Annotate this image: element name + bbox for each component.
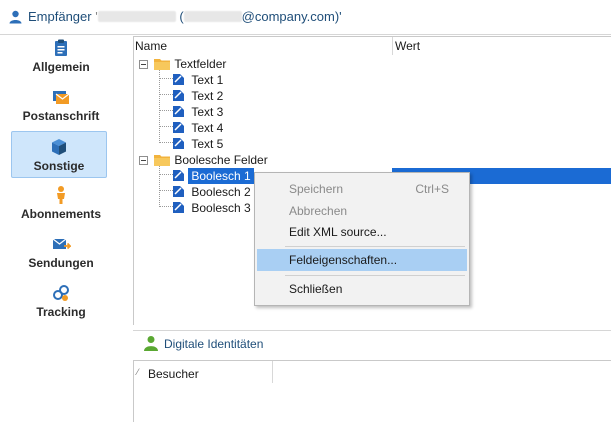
envelope-send-icon — [52, 238, 71, 250]
sidebar-item-postanschrift[interactable]: Postanschrift — [0, 87, 122, 123]
field-icon — [173, 138, 184, 149]
clipboard-icon — [55, 39, 67, 56]
sort-indicator-icon: ⁄ — [137, 367, 139, 377]
cube-icon — [52, 139, 66, 155]
tree-item-boolesch-1[interactable]: Boolesch 1 — [172, 168, 254, 184]
redacted-name — [97, 11, 176, 22]
tree-item-label: Text 5 — [191, 137, 224, 151]
field-icon — [173, 106, 184, 117]
field-icon — [173, 74, 184, 85]
menu-item-schliessen[interactable]: Schließen — [257, 278, 467, 300]
sidebar-item-label: Tracking — [36, 305, 86, 319]
redacted-email — [183, 11, 242, 22]
sidebar-item-label: Abonnements — [20, 207, 101, 221]
tree-item-label: Text 4 — [191, 121, 224, 135]
column-separator[interactable] — [392, 37, 393, 55]
user-icon — [9, 10, 22, 24]
menu-item-label: Edit XML source... — [289, 225, 387, 239]
mail-stack-icon — [53, 91, 70, 104]
menu-separator — [285, 246, 465, 247]
menu-item-shortcut: Ctrl+S — [415, 182, 449, 196]
tree-item-label: Text 3 — [191, 105, 224, 119]
sidebar-item-sendungen[interactable]: Sendungen — [0, 234, 122, 270]
tree-item-text-2[interactable]: Text 2 — [172, 88, 226, 104]
tree-item-label: Boolesch 3 — [191, 201, 251, 215]
tracking-link-icon — [53, 285, 69, 301]
tree-item-label: Boolesch 1 — [188, 168, 254, 184]
tree-connector — [159, 78, 173, 79]
menu-item-speichern[interactable]: Speichern Ctrl+S — [257, 178, 467, 200]
tree-connector — [159, 142, 173, 143]
menu-item-feldeigenschaften[interactable]: Feldeigenschaften... — [257, 249, 467, 271]
tree-item-label: Text 1 — [191, 73, 224, 87]
title-prefix: Empfänger — [28, 9, 92, 24]
tree-connector — [159, 70, 160, 143]
title-suffix: @company.com)' — [241, 9, 342, 24]
field-icon — [173, 186, 184, 197]
tree-item-text-3[interactable]: Text 3 — [172, 104, 226, 120]
tree-connector — [159, 174, 173, 175]
tree-item-boolesch-2[interactable]: Boolesch 2 — [172, 184, 254, 200]
tree-item-text-1[interactable]: Text 1 — [172, 72, 226, 88]
column-header-name[interactable]: Name — [135, 37, 167, 55]
tree-connector — [159, 110, 173, 111]
sidebar-item-label: Sonstige — [33, 159, 85, 173]
column-separator[interactable] — [272, 361, 273, 383]
sidebar-item-label: Sendungen — [28, 256, 94, 270]
tree-item-text-4[interactable]: Text 4 — [172, 120, 226, 136]
window-titlebar: Empfänger ' (@company.com)' — [0, 0, 611, 35]
person-green-icon — [144, 336, 158, 351]
context-menu: Speichern Ctrl+S Abbrechen Edit XML sour… — [254, 172, 470, 306]
sidebar-item-label: Postanschrift — [22, 109, 100, 123]
collapse-toggle[interactable] — [139, 156, 148, 165]
menu-item-label: Schließen — [289, 282, 343, 296]
field-icon — [173, 122, 184, 133]
person-icon — [57, 186, 65, 204]
folder-icon — [154, 155, 170, 166]
menu-item-label: Abbrechen — [289, 204, 348, 218]
tree-item-boolesch-3[interactable]: Boolesch 3 — [172, 200, 254, 216]
digital-identities-label: Digitale Identitäten — [164, 337, 264, 351]
collapse-toggle[interactable] — [139, 60, 148, 69]
tree-group-textfelder[interactable]: Textfelder — [154, 56, 229, 72]
field-icon — [173, 202, 184, 213]
tree-group-boolesche-felder[interactable]: Boolesche Felder — [154, 152, 271, 168]
tree-connector — [159, 206, 173, 207]
sidebar-item-sonstige[interactable]: Sonstige — [11, 131, 107, 178]
tree-connector — [159, 126, 173, 127]
digital-identities-header[interactable]: Digitale Identitäten — [133, 330, 611, 357]
tree-group-label: Textfelder — [174, 57, 227, 71]
sidebar: Allgemein Postanschrift Sonstige Abonnem… — [0, 35, 122, 421]
tree-item-text-5[interactable]: Text 5 — [172, 136, 226, 152]
tree-connector — [159, 166, 160, 207]
sidebar-item-label: Allgemein — [32, 60, 90, 74]
sidebar-item-tracking[interactable]: Tracking — [0, 283, 122, 319]
tree-group-label: Boolesche Felder — [174, 153, 268, 167]
field-icon — [173, 90, 184, 101]
sidebar-item-allgemein[interactable]: Allgemein — [0, 38, 122, 74]
field-icon — [173, 170, 184, 181]
menu-separator — [285, 275, 465, 276]
identities-table[interactable]: ⁄ Besucher — [133, 360, 611, 422]
menu-item-label: Speichern — [289, 182, 344, 196]
tree-item-label: Text 2 — [191, 89, 224, 103]
column-header-besucher[interactable]: Besucher — [148, 367, 199, 381]
tree-connector — [159, 190, 173, 191]
tree-item-label: Boolesch 2 — [191, 185, 251, 199]
window-title: Empfänger ' (@company.com)' — [28, 9, 342, 24]
tree-connector — [159, 94, 173, 95]
folder-icon — [154, 59, 170, 70]
menu-item-label: Feldeigenschaften... — [289, 253, 398, 267]
sidebar-item-abonnements[interactable]: Abonnements — [0, 185, 122, 221]
menu-item-edit-xml-source[interactable]: Edit XML source... — [257, 221, 467, 243]
column-header-value[interactable]: Wert — [395, 37, 420, 55]
menu-item-abbrechen[interactable]: Abbrechen — [257, 200, 467, 222]
